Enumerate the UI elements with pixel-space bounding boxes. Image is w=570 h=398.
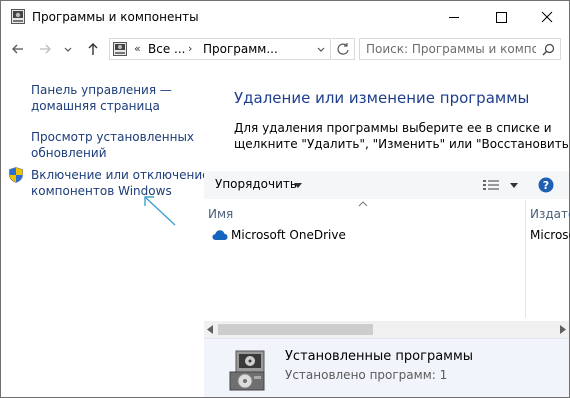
sidebar-item-view-updates[interactable]: Просмотр установленных обновлений	[31, 129, 201, 161]
page-description: Для удаления программы выберите ее в спи…	[234, 120, 570, 152]
programs-and-features-window: Программы и компоненты « Все ... › Прогр…	[0, 0, 570, 398]
maximize-icon[interactable]	[478, 1, 524, 33]
search-input[interactable]	[366, 41, 536, 57]
search-icon[interactable]	[542, 43, 555, 56]
control-panel-icon	[113, 42, 127, 56]
program-name: Microsoft OneDrive	[231, 228, 346, 242]
sidebar-item-label: домашняя страница	[31, 99, 160, 113]
window-title: Программы и компоненты	[32, 10, 199, 24]
up-arrow-icon[interactable]	[85, 41, 101, 57]
scroll-left-icon[interactable]	[207, 325, 213, 334]
page-title: Удаление или изменение программы	[234, 89, 530, 107]
help-icon[interactable]: ?	[538, 177, 554, 193]
details-title: Установленные программы	[285, 349, 474, 364]
search-box[interactable]	[359, 38, 561, 60]
back-arrow-icon[interactable]	[10, 41, 26, 57]
description-line: Для удаления программы выберите ее в спи…	[234, 121, 552, 135]
refresh-button[interactable]	[332, 38, 355, 60]
address-bar[interactable]: « Все ... › Программ...	[109, 38, 331, 60]
control-panel-icon	[11, 9, 25, 24]
table-row[interactable]: Microsoft OneDrive Microso	[204, 226, 570, 246]
annotation-arrow	[144, 196, 176, 226]
program-publisher: Microso	[530, 228, 570, 242]
minimize-icon[interactable]	[431, 1, 477, 33]
sidebar: Панель управления — домашняя страница Пр…	[1, 65, 210, 397]
svg-text:?: ?	[543, 179, 549, 192]
sidebar-item-label: обновлений	[31, 146, 107, 160]
organize-button[interactable]: Упорядочить	[215, 177, 297, 191]
refresh-icon	[337, 43, 349, 55]
forward-arrow-icon[interactable]	[37, 41, 53, 57]
command-bar: Упорядочить ?	[204, 171, 569, 199]
sidebar-item-control-panel-home[interactable]: Панель управления — домашняя страница	[31, 82, 201, 114]
horizontal-scrollbar[interactable]	[204, 321, 569, 338]
caret-down-icon[interactable]	[510, 183, 518, 188]
sidebar-item-label: Включение или отключение	[31, 168, 210, 182]
close-icon[interactable]	[524, 1, 570, 33]
column-divider[interactable]	[525, 200, 526, 318]
breadcrumb-separator[interactable]: ›	[188, 42, 192, 55]
chevron-down-icon[interactable]	[63, 41, 73, 57]
breadcrumb-programs[interactable]: Программ...	[203, 42, 278, 56]
scrollbar-thumb[interactable]	[218, 324, 373, 335]
onedrive-icon	[212, 230, 228, 240]
installer-icon	[229, 350, 265, 391]
list-header: Имя Издател	[204, 200, 570, 318]
caret-down-icon[interactable]	[294, 183, 302, 188]
column-header-name[interactable]: Имя	[208, 207, 233, 221]
breadcrumb-overflow[interactable]: «	[134, 42, 141, 55]
sort-ascending-icon	[358, 201, 368, 207]
column-header-publisher[interactable]: Издател	[530, 207, 570, 221]
title-bar: Программы и компоненты	[1, 1, 569, 33]
navigation-bar: « Все ... › Программ...	[1, 33, 569, 65]
address-dropdown-icon[interactable]	[316, 42, 326, 56]
scroll-right-icon[interactable]	[560, 325, 566, 334]
description-line: щелкните "Удалить", "Изменить" или "Восс…	[234, 137, 570, 151]
details-count: Установлено программ: 1	[285, 368, 448, 382]
breadcrumb-all-items[interactable]: Все ...	[148, 42, 185, 56]
view-options-icon[interactable]	[483, 179, 499, 191]
details-pane: Установленные программы Установлено прог…	[204, 338, 569, 397]
sidebar-item-label: Панель управления —	[31, 83, 172, 97]
shield-icon	[9, 167, 23, 183]
sidebar-item-label: Просмотр установленных	[31, 130, 195, 144]
